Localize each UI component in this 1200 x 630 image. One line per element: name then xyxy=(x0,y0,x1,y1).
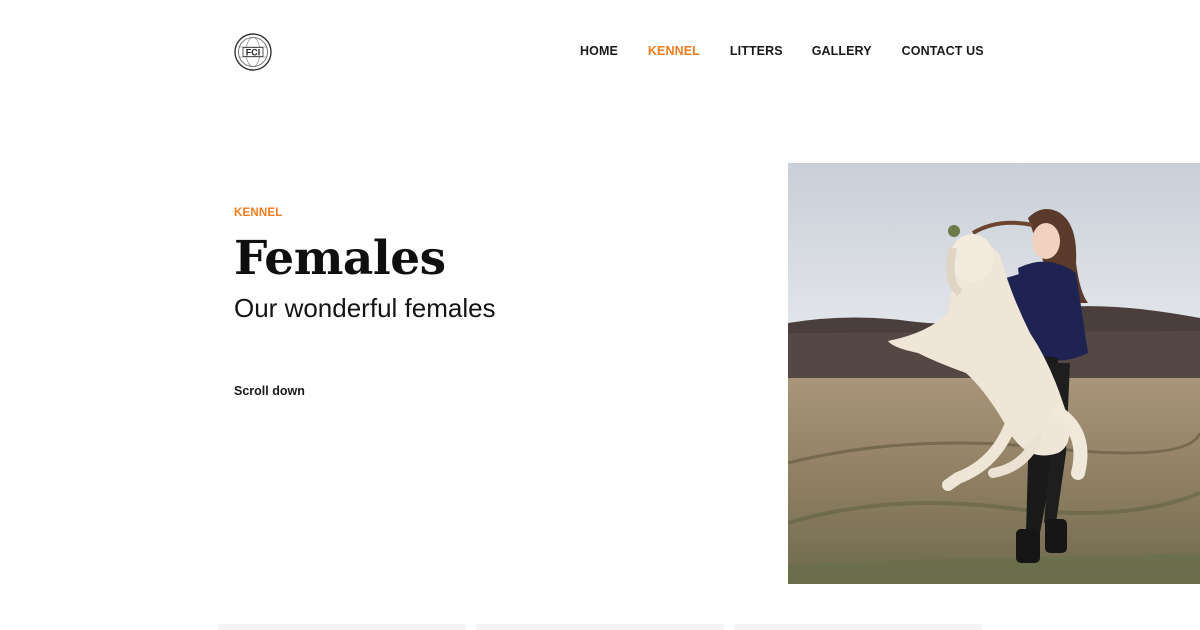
nav-item-kennel[interactable]: KENNEL xyxy=(648,43,700,59)
fci-logo-icon[interactable]: FCI xyxy=(234,33,272,71)
nav-item-contact-us[interactable]: CONTACT US xyxy=(902,43,984,59)
nav-item-gallery[interactable]: GALLERY xyxy=(812,43,872,59)
site-header: FCI HOME KENNEL LITTERS GALLERY CONTACT … xyxy=(0,0,1200,100)
bottom-card-edge xyxy=(476,624,724,630)
main-nav: HOME KENNEL LITTERS GALLERY CONTACT US xyxy=(580,43,984,59)
nav-item-home[interactable]: HOME xyxy=(580,43,618,59)
bottom-section-edge xyxy=(218,624,982,630)
bottom-card-edge xyxy=(218,624,466,630)
nav-item-litters[interactable]: LITTERS xyxy=(730,43,783,59)
section-eyebrow: KENNEL xyxy=(234,207,283,219)
hero-photo xyxy=(788,163,1200,584)
bottom-card-edge xyxy=(734,624,982,630)
logo-text: FCI xyxy=(246,47,261,57)
scroll-down-link[interactable]: Scroll down xyxy=(234,383,305,399)
hero-text: KENNEL Females Our wonderful females xyxy=(234,205,754,324)
page-subtitle: Our wonderful females xyxy=(234,293,496,323)
page-title: Females xyxy=(234,231,446,286)
